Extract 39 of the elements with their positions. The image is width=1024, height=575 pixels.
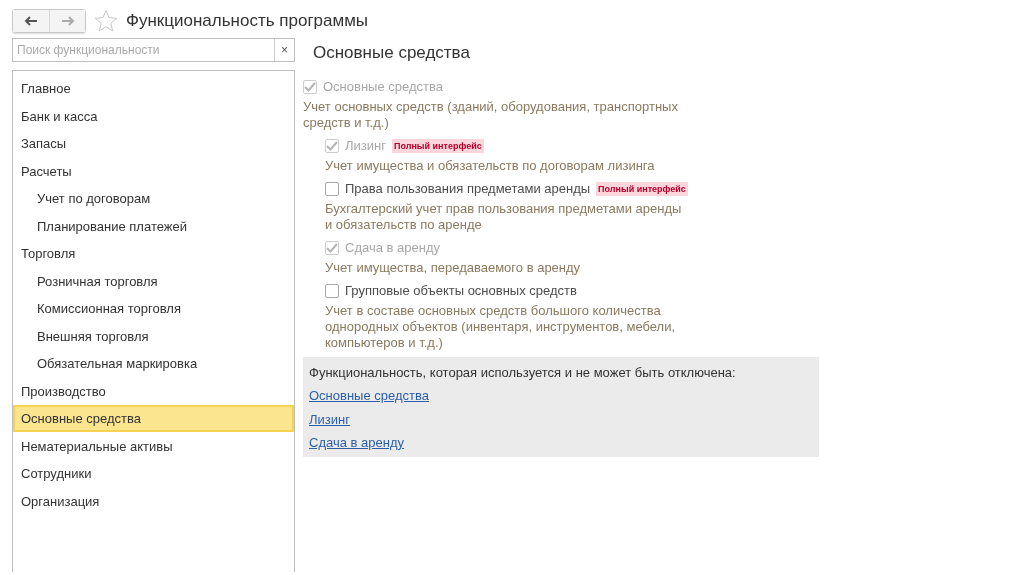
sidebar-item[interactable]: Обязательная маркировка — [13, 350, 294, 377]
sidebar-item[interactable]: Производство — [13, 377, 294, 405]
sidebar-item[interactable]: Главное — [13, 75, 294, 102]
sidebar-item[interactable]: Учет по договорам — [13, 185, 294, 212]
option-label: Лизинг — [345, 136, 386, 155]
sidebar-item[interactable]: Торговля — [13, 240, 294, 267]
back-button[interactable] — [13, 10, 49, 32]
interface-badge: Полный интерфейс — [391, 138, 484, 153]
option-label: Сдача в аренду — [345, 238, 440, 257]
sidebar-item[interactable]: Планирование платежей — [13, 212, 294, 240]
star-icon[interactable] — [94, 9, 118, 33]
sidebar-item[interactable]: Банк и касса — [13, 102, 294, 130]
forward-arrow-icon — [60, 16, 75, 26]
option-description: Учет имущества и обязательств по договорам лизинга — [325, 157, 656, 174]
option-label: Основные средства — [323, 77, 443, 96]
sidebar-item[interactable]: Сотрудники — [13, 460, 294, 487]
feature-link[interactable]: Лизинг — [309, 411, 350, 427]
option-description: Учет основных средств (зданий, оборудования, транспортных средств и т.д.) — [303, 98, 679, 131]
window-title: Функциональность программы — [126, 10, 369, 33]
sidebar-item[interactable]: Запасы — [13, 130, 294, 157]
sidebar-item[interactable]: Розничная торговля — [13, 267, 294, 295]
section-title: Основные средства — [313, 42, 471, 64]
option-description: Бухгалтерский учет прав пользования предметами аренды и обязательств по аренде — [325, 200, 683, 233]
search-field[interactable]: Поиск функциональности × — [12, 38, 295, 62]
sidebar-item[interactable]: Основные средства — [13, 405, 294, 432]
sidebar-item[interactable]: Организация — [13, 487, 294, 515]
sidebar-item[interactable]: Нематериальные активы — [13, 432, 294, 460]
locked-caption: Функциональность, которая используется и не может быть отключена: — [309, 363, 737, 382]
sidebar-item[interactable]: Расчеты — [13, 157, 294, 185]
option-description: Учет имущества, передаваемого в аренду — [325, 259, 582, 276]
feature-link[interactable]: Сдача в аренду — [309, 435, 404, 450]
option-label: Групповые объекты основных средств — [345, 281, 577, 300]
sidebar-item[interactable]: Комиссионная торговля — [13, 295, 294, 322]
sidebar-item[interactable]: Внешняя торговля — [13, 322, 294, 350]
interface-badge: Полный интерфейс — [596, 181, 688, 196]
option-description: Учет в составе основных средств большого количества однородных объектов (инвентаря, инструментов, мебели, компьютеров и т.д.) — [325, 302, 677, 351]
back-arrow-icon — [24, 16, 38, 26]
option-label: Права пользования предметами аренды — [345, 179, 591, 198]
feature-link[interactable]: Основные средства — [309, 388, 429, 403]
